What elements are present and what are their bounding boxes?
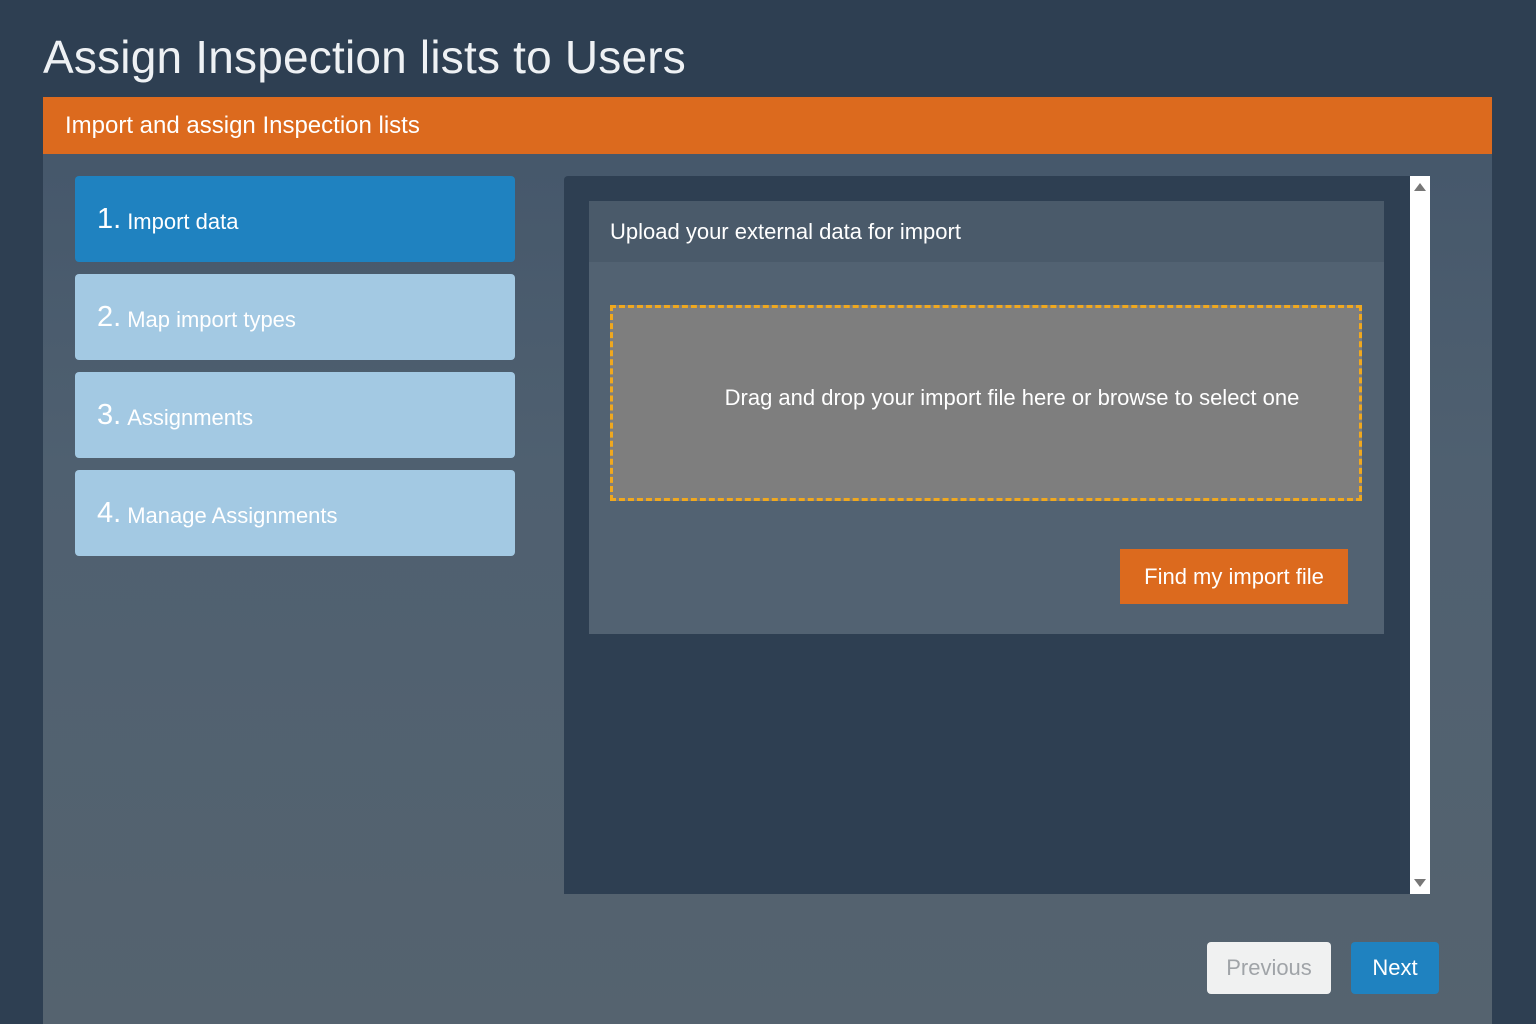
step-assignments[interactable]: 3. Assignments (75, 372, 515, 458)
step-import-data[interactable]: 1. Import data (75, 176, 515, 262)
scroll-down-icon[interactable] (1414, 879, 1426, 887)
content-frame: Upload your external data for import Dra… (564, 176, 1410, 894)
step-label: Assignments (127, 404, 254, 430)
step-number: 3. (97, 398, 122, 431)
file-dropzone[interactable]: Drag and drop your import file here or b… (610, 305, 1362, 501)
step-number: 2. (97, 300, 122, 333)
previous-button[interactable]: Previous (1207, 942, 1331, 994)
step-manage-assignments[interactable]: 4. Manage Assignments (75, 470, 515, 556)
step-map-import-types[interactable]: 2. Map import types (75, 274, 515, 360)
dropzone-text: Drag and drop your import file here or b… (724, 385, 1300, 410)
upload-card-header: Upload your external data for import (589, 201, 1384, 262)
panel-header: Import and assign Inspection lists (43, 97, 1492, 154)
vertical-scrollbar[interactable] (1410, 176, 1430, 894)
wizard-panel: Import and assign Inspection lists 1. Im… (43, 97, 1492, 1024)
step-label: Import data (127, 208, 239, 234)
upload-card: Upload your external data for import Dra… (589, 201, 1384, 634)
page-title: Assign Inspection lists to Users (43, 31, 686, 83)
next-button[interactable]: Next (1351, 942, 1439, 994)
step-number: 1. (97, 202, 122, 235)
step-number: 4. (97, 496, 122, 529)
step-list: 1. Import data 2. Map import types 3. As… (75, 176, 515, 568)
find-import-file-button[interactable]: Find my import file (1120, 549, 1348, 604)
step-label: Manage Assignments (127, 502, 338, 528)
step-label: Map import types (127, 306, 296, 332)
scroll-up-icon[interactable] (1414, 183, 1426, 191)
